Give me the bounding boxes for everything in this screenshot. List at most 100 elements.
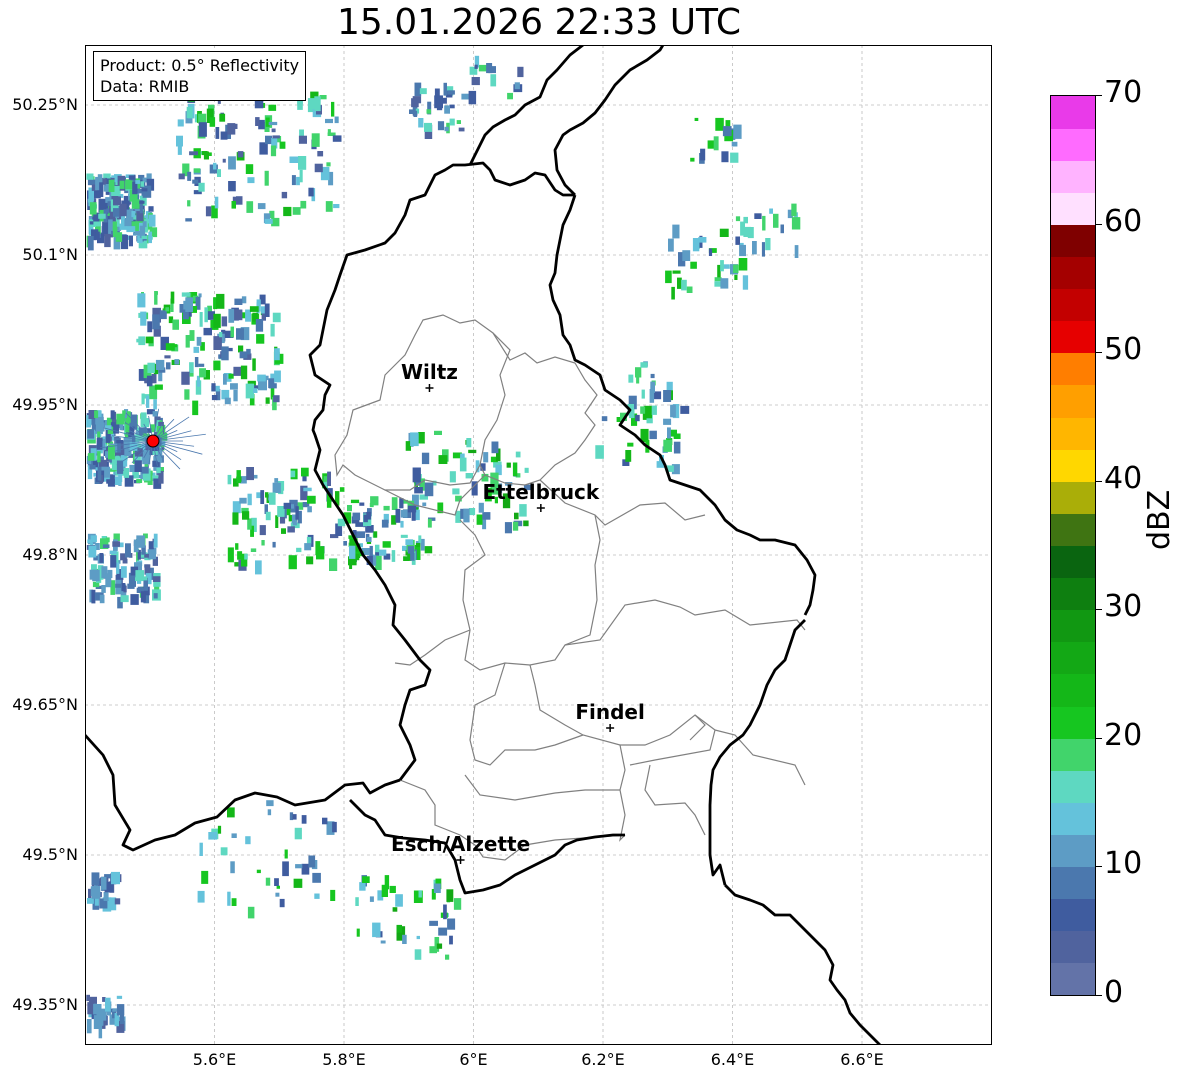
echo-cell (240, 365, 248, 380)
echo-cell (98, 213, 106, 219)
echo-cell (194, 357, 199, 368)
echo-cell (350, 499, 360, 504)
city-label: Esch/Alzette (391, 832, 530, 856)
colorbar-tick-label: 10 (1104, 846, 1143, 882)
echo-cell (650, 373, 655, 379)
echo-cell (87, 179, 97, 186)
echo-cell (395, 894, 403, 907)
echo-cell (296, 547, 302, 553)
lon-label: 5.8°E (322, 1050, 366, 1069)
echo-cell (148, 231, 152, 244)
echo-cell (690, 157, 695, 162)
echo-cell (296, 176, 300, 186)
radar-map[interactable]: Wiltz Ettelbruck Findel Esch/Alzette (85, 45, 992, 1045)
echo-cell (301, 467, 309, 477)
echo-cell (754, 213, 762, 219)
echo-cell (418, 890, 422, 898)
echo-cell (228, 156, 236, 170)
echo-cell (271, 128, 276, 133)
colorbar-tick-mark (1096, 609, 1102, 611)
echo-cell (239, 351, 248, 359)
echo-cell (234, 309, 243, 321)
echo-cell (259, 525, 266, 536)
echo-cell (708, 248, 713, 256)
colorbar-segment (1051, 128, 1095, 161)
echo-cell (112, 541, 120, 547)
echo-cell (352, 512, 361, 521)
colorbar-segment (1051, 449, 1095, 482)
echo-cell (208, 832, 218, 840)
echo-cell (667, 427, 671, 439)
echo-cell (446, 889, 454, 902)
echo-cell (383, 505, 390, 511)
echo-cell (379, 549, 387, 556)
lon-label: 6.2°E (581, 1050, 625, 1069)
echo-cell (651, 405, 657, 415)
echo-cell (298, 156, 307, 170)
echo-cell (314, 96, 321, 112)
echo-cell (735, 236, 740, 245)
echo-cell (135, 180, 141, 184)
echo-cell (625, 450, 632, 462)
echo-cell (250, 548, 257, 552)
echo-cell (237, 151, 244, 158)
colorbar-segment (1051, 352, 1095, 386)
echo-cell (449, 471, 456, 483)
echo-cell (152, 576, 161, 582)
lon-label: 6°E (459, 1050, 488, 1069)
echo-cell (449, 104, 455, 109)
echo-cell (159, 310, 167, 320)
echo-cell (307, 506, 312, 513)
echo-cell (91, 886, 101, 899)
echo-cell (465, 473, 473, 479)
echo-cell (193, 168, 201, 173)
echo-cell (224, 397, 231, 405)
echo-cell (281, 191, 288, 199)
echo-cell (253, 388, 258, 393)
echo-cell (268, 104, 277, 111)
colorbar-tick-mark (1096, 223, 1102, 225)
echo-cell (247, 493, 252, 506)
echo-cell (673, 433, 681, 439)
echo-cell (245, 836, 251, 845)
colorbar-segment (1051, 384, 1095, 418)
echo-cell (136, 535, 145, 548)
echo-cell (289, 156, 299, 163)
echo-cell (466, 438, 472, 448)
echo-cell (663, 439, 672, 452)
lat-label: 49.35°N (12, 995, 78, 1014)
echo-cell (201, 870, 209, 884)
echo-cell (413, 110, 418, 117)
echo-cell (92, 569, 100, 582)
echo-cell (303, 487, 312, 492)
echo-cell (326, 162, 331, 167)
echo-cell (722, 126, 732, 137)
echo-cell (108, 179, 115, 192)
echo-cell (220, 131, 228, 140)
echo-cell (412, 96, 422, 104)
echo-cell (424, 122, 432, 132)
echo-cell (333, 204, 340, 209)
echo-cell (283, 206, 292, 217)
echo-cell (116, 995, 123, 999)
echo-cell (86, 173, 94, 180)
echo-cell (478, 502, 484, 513)
echo-cell (228, 308, 235, 323)
colorbar-segment (1051, 641, 1095, 675)
echo-cell (636, 370, 640, 384)
echo-cell (272, 482, 281, 493)
echo-cell (434, 430, 442, 435)
colorbar-label: dBZ (1142, 489, 1177, 550)
echo-cell (259, 142, 268, 155)
echo-cell (89, 464, 96, 470)
echo-cell (199, 312, 203, 327)
echo-cell (185, 218, 192, 222)
echo-cell (276, 885, 280, 889)
echo-cell (185, 335, 190, 348)
echo-cell (698, 237, 707, 243)
echo-cell (292, 814, 297, 820)
echo-cell (752, 241, 757, 255)
echo-cell (128, 175, 136, 180)
echo-cell (141, 235, 148, 239)
echo-cell (90, 535, 97, 543)
